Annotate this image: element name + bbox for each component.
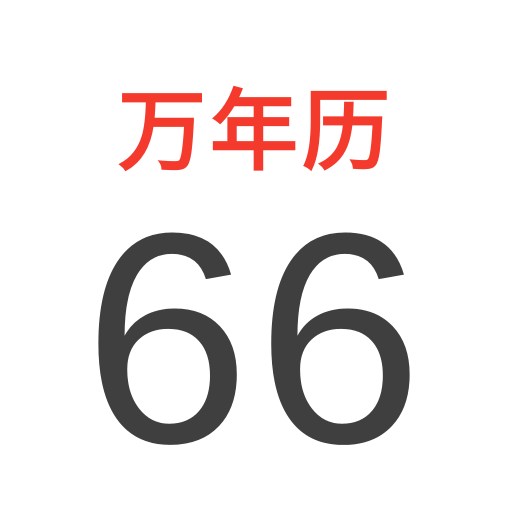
day-number: 66: [83, 170, 429, 506]
calendar-app-icon[interactable]: 万年历 66: [0, 0, 512, 512]
